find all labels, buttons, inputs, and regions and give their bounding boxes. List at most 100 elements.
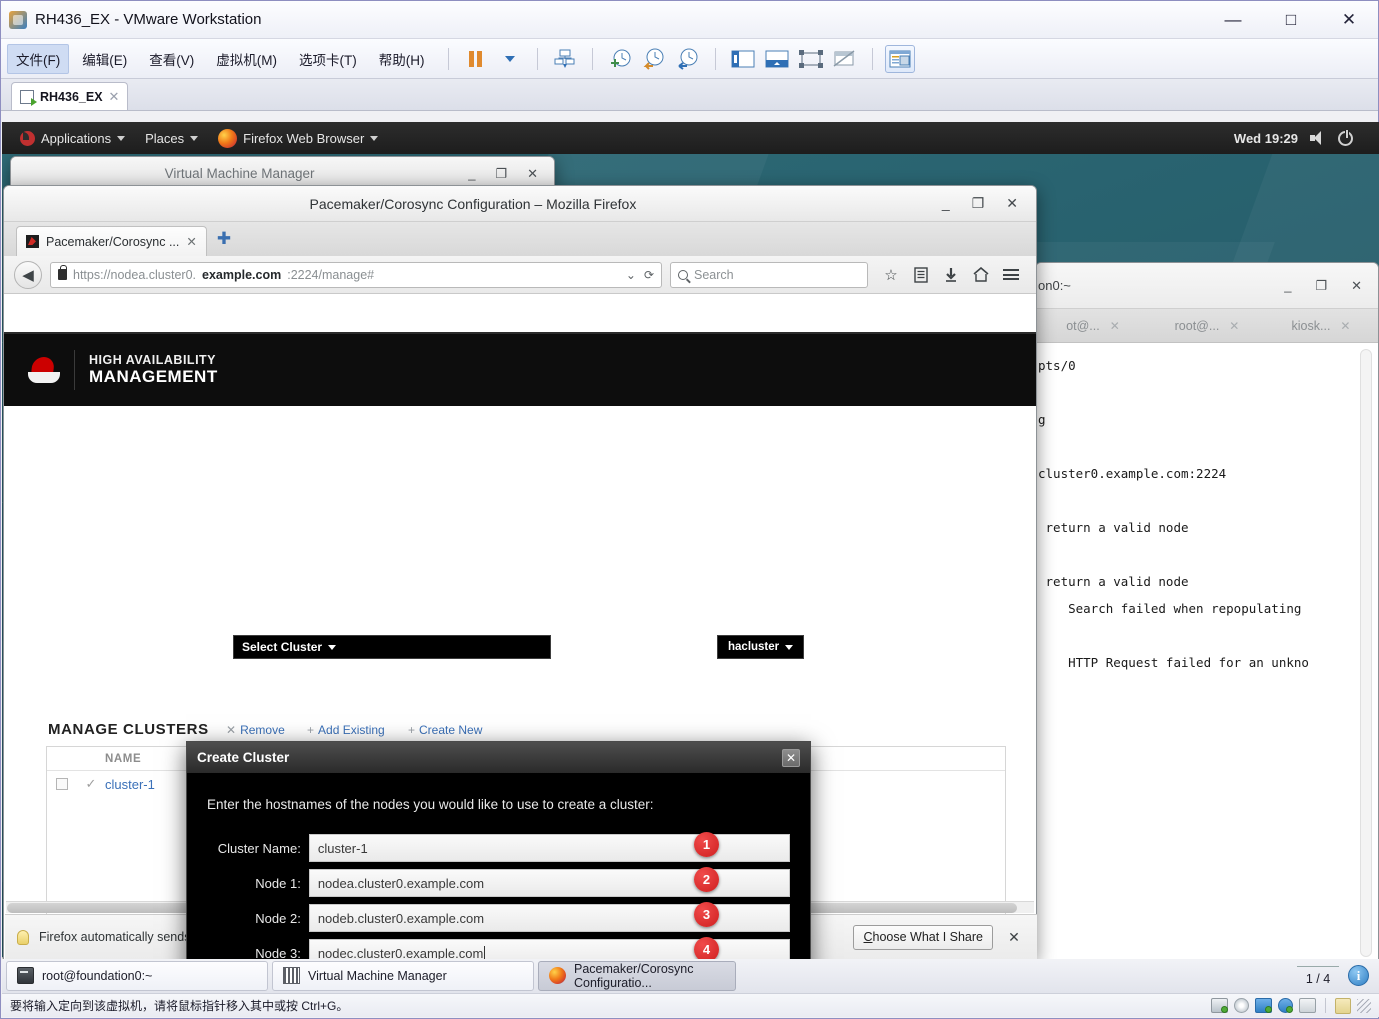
power-icon[interactable]: [1338, 129, 1353, 146]
firefox-close-button[interactable]: ✕: [1006, 195, 1018, 212]
terminal-tab-3[interactable]: kiosk... ✕: [1264, 309, 1378, 343]
menu-tabs[interactable]: 选项卡(T): [290, 44, 366, 74]
back-button[interactable]: ◀: [14, 260, 42, 289]
terminal-tab-3-close-icon[interactable]: ✕: [1340, 319, 1350, 333]
snapshot-manager-icon[interactable]: [673, 45, 703, 73]
info-icon[interactable]: i: [1348, 965, 1369, 986]
terminal-tab-2[interactable]: root@... ✕: [1150, 309, 1264, 343]
terminal-tab-2-close-icon[interactable]: ✕: [1229, 319, 1239, 333]
dialog-title: Create Cluster: [197, 750, 290, 765]
vmware-minimize-button[interactable]: —: [1204, 1, 1262, 39]
preferences-icon[interactable]: [884, 44, 915, 73]
url-path: :2224/manage#: [287, 267, 375, 282]
user-menu-dropdown[interactable]: hacluster: [717, 635, 805, 659]
vmm-close-button[interactable]: ✕: [527, 166, 538, 182]
take-snapshot-icon[interactable]: [605, 45, 635, 73]
dialog-close-button[interactable]: ✕: [782, 748, 800, 767]
sound-icon[interactable]: [1278, 998, 1293, 1013]
pause-icon[interactable]: [461, 45, 491, 73]
toolbar-divider: [714, 47, 716, 70]
vm-tab-rh436ex[interactable]: RH436_EX ✕: [11, 82, 129, 110]
cd-drive-icon[interactable]: [1234, 998, 1249, 1013]
terminal-close-button[interactable]: ✕: [1351, 278, 1362, 294]
usb-note-icon[interactable]: [1335, 997, 1351, 1014]
terminal-title-bar: on0:~ _ ❐ ✕: [1036, 263, 1378, 309]
row-checkbox[interactable]: [47, 778, 77, 790]
vmware-menu-bar: 文件(F) 编辑(E) 查看(V) 虚拟机(M) 选项卡(T) 帮助(H): [1, 39, 1378, 79]
dialog-instructions: Enter the hostnames of the nodes you wou…: [207, 797, 654, 812]
vmware-maximize-button[interactable]: □: [1262, 1, 1320, 39]
node-3-input[interactable]: nodec.cluster0.example.com 4: [308, 937, 790, 959]
taskbar-item-terminal[interactable]: root@foundation0:~: [6, 960, 268, 991]
menu-view[interactable]: 查看(V): [140, 44, 203, 74]
snapshot-icon[interactable]: [550, 45, 580, 73]
terminal-icon: [17, 967, 34, 984]
node-2-input[interactable]: nodeb.cluster0.example.com 3: [308, 902, 790, 932]
revert-snapshot-icon[interactable]: [639, 45, 669, 73]
dropdown-caret-icon[interactable]: [495, 45, 525, 73]
workspace-switcher[interactable]: [1297, 965, 1339, 970]
terminal-tab-1-close-icon[interactable]: ✕: [1110, 319, 1120, 333]
network-icon[interactable]: [1255, 998, 1272, 1013]
menu-edit[interactable]: 编辑(E): [73, 44, 136, 74]
new-tab-icon[interactable]: ✚: [217, 229, 231, 249]
hamburger-menu-icon[interactable]: [996, 261, 1026, 289]
gnome-status-area: Wed 19:29: [1234, 129, 1371, 146]
terminal-window[interactable]: on0:~ _ ❐ ✕ ot@... ✕ root@... ✕ kiosk...: [1035, 262, 1379, 959]
gnome-clock[interactable]: Wed 19:29: [1234, 131, 1298, 146]
places-menu[interactable]: Places: [135, 122, 208, 154]
choose-what-i-share-button[interactable]: Choose What I Share: [853, 924, 993, 950]
add-existing-cluster-action[interactable]: + Add Existing: [307, 723, 385, 737]
node-2-label: Node 2:: [255, 910, 301, 926]
vmm-minimize-button[interactable]: _: [468, 166, 475, 181]
terminal-output[interactable]: pts/0 g cluster0.example.com:2224 return…: [1036, 344, 1378, 959]
create-new-cluster-action[interactable]: + Create New: [408, 723, 482, 737]
resize-grip-icon[interactable]: [1357, 998, 1371, 1013]
applications-menu-label: Applications: [41, 130, 112, 146]
select-cluster-dropdown[interactable]: Select Cluster: [233, 635, 551, 659]
fullscreen-icon[interactable]: [796, 45, 826, 73]
cluster-name-link[interactable]: cluster-1: [105, 777, 155, 792]
node-1-input[interactable]: nodea.cluster0.example.com 2: [308, 867, 790, 897]
terminal-maximize-button[interactable]: ❐: [1315, 278, 1327, 294]
firefox-maximize-button[interactable]: ❐: [972, 195, 985, 212]
volume-muted-icon[interactable]: [1310, 131, 1326, 145]
browser-tab-pacemaker[interactable]: Pacemaker/Corosync ... ✕: [16, 226, 207, 256]
menu-vm[interactable]: 虚拟机(M): [207, 44, 286, 74]
bookmark-star-icon[interactable]: ☆: [876, 261, 906, 289]
show-console-icon[interactable]: [762, 45, 792, 73]
reader-list-icon[interactable]: [906, 261, 936, 289]
url-dropdown-icon[interactable]: ⌄: [626, 268, 636, 282]
taskbar-item-vmm-label: Virtual Machine Manager: [308, 968, 447, 983]
show-sidebar-icon[interactable]: [728, 45, 758, 73]
search-bar[interactable]: Search: [670, 261, 868, 288]
add-existing-label: Add Existing: [318, 723, 385, 737]
downloads-icon[interactable]: [936, 261, 966, 289]
user-menu-label: hacluster: [728, 641, 780, 653]
notification-close-icon[interactable]: ✕: [1003, 929, 1025, 946]
home-icon[interactable]: [966, 261, 996, 289]
reload-icon[interactable]: ⟳: [644, 268, 654, 282]
menu-help[interactable]: 帮助(H): [370, 44, 434, 74]
taskbar-item-firefox[interactable]: Pacemaker/Corosync Configuratio...: [538, 960, 736, 991]
menu-file[interactable]: 文件(F): [7, 43, 70, 74]
vm-tab-close-icon[interactable]: ✕: [109, 89, 120, 105]
applications-menu[interactable]: Applications: [10, 122, 135, 154]
firefox-minimize-button[interactable]: _: [942, 195, 950, 212]
vmware-close-button[interactable]: ✕: [1320, 1, 1378, 39]
browser-tab-close-icon[interactable]: ✕: [186, 234, 196, 249]
address-bar[interactable]: https://nodea.cluster0. example.com:2224/…: [50, 261, 662, 288]
terminal-tab-1[interactable]: ot@... ✕: [1036, 309, 1150, 343]
remove-cluster-action[interactable]: ✕ Remove: [226, 723, 285, 737]
printer-icon[interactable]: [1299, 998, 1316, 1013]
terminal-minimize-button[interactable]: _: [1284, 278, 1291, 294]
hard-disk-icon[interactable]: [1211, 998, 1228, 1013]
active-application-menu[interactable]: Firefox Web Browser: [208, 122, 388, 154]
taskbar-item-vmm[interactable]: Virtual Machine Manager: [272, 960, 534, 991]
cluster-name-input[interactable]: cluster-1 1: [308, 832, 790, 862]
terminal-scrollbar[interactable]: [1360, 349, 1372, 957]
unity-mode-icon[interactable]: [830, 45, 860, 73]
vmm-maximize-button[interactable]: ❐: [495, 166, 507, 182]
firefox-icon: [218, 128, 238, 148]
search-icon: [678, 269, 688, 280]
